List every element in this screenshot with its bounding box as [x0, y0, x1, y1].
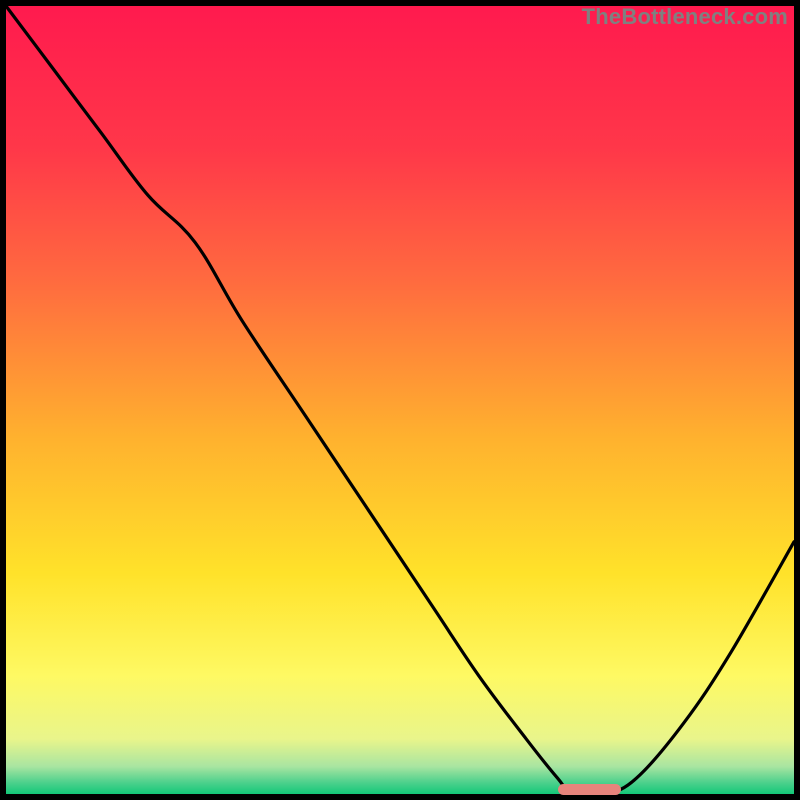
optimal-range-marker	[558, 784, 621, 795]
bottleneck-curve	[6, 6, 794, 796]
watermark-text: TheBottleneck.com	[582, 4, 788, 30]
curve-layer	[6, 6, 794, 794]
plot-area: TheBottleneck.com	[6, 6, 794, 794]
